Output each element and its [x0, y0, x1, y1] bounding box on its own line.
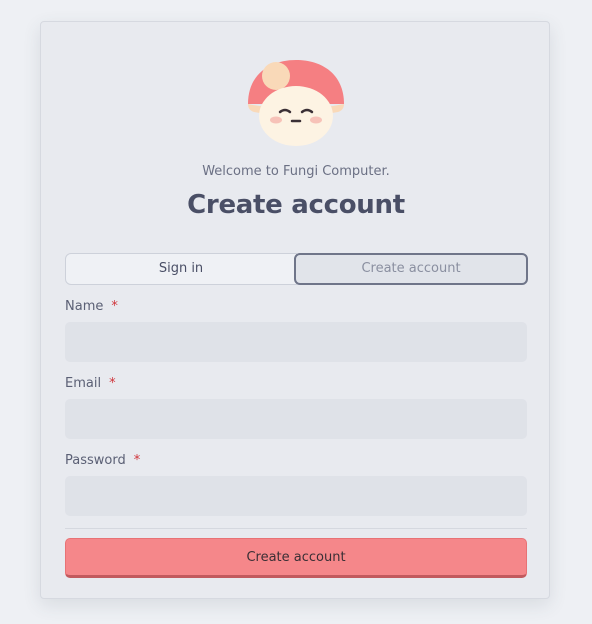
- password-field-label: Password *: [65, 453, 140, 468]
- email-input[interactable]: [65, 399, 527, 439]
- email-field-label: Email *: [65, 376, 116, 391]
- required-marker: *: [109, 376, 116, 391]
- auth-card: Welcome to Fungi Computer. Create accoun…: [40, 21, 550, 599]
- name-label-text: Name: [65, 299, 104, 314]
- page-title: Create account: [187, 190, 405, 220]
- name-input[interactable]: [65, 322, 527, 362]
- mushroom-logo-icon: [248, 60, 344, 146]
- password-input[interactable]: [65, 476, 527, 516]
- tab-create-account[interactable]: Create account: [294, 253, 528, 285]
- password-label-text: Password: [65, 453, 126, 468]
- create-account-button[interactable]: Create account: [65, 538, 527, 578]
- required-marker: *: [111, 299, 118, 314]
- name-field-label: Name *: [65, 299, 118, 314]
- auth-tabs: Sign in Create account: [65, 253, 528, 285]
- email-label-text: Email: [65, 376, 102, 391]
- required-marker: *: [133, 453, 141, 468]
- form-divider: [65, 528, 527, 529]
- tab-sign-in[interactable]: Sign in: [65, 253, 297, 285]
- welcome-text: Welcome to Fungi Computer.: [202, 164, 390, 179]
